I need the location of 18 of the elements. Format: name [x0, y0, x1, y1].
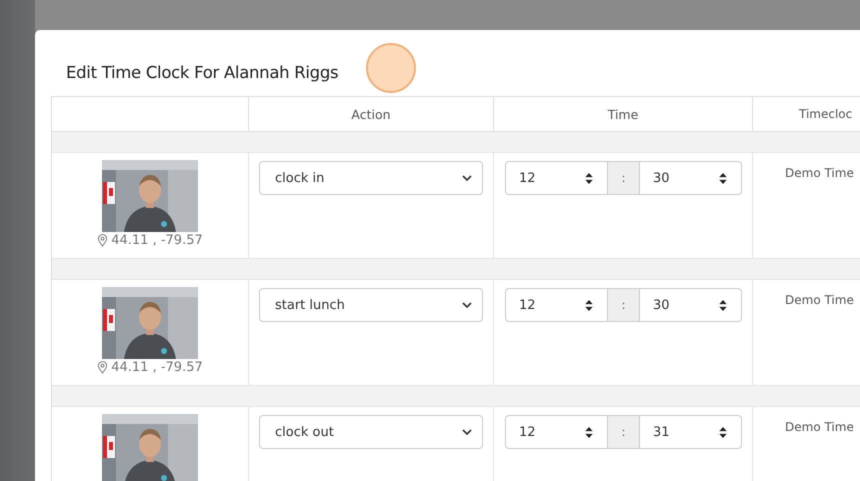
dialog-title: Edit Time Clock For Alannah Riggs	[66, 62, 338, 84]
map-pin-icon	[97, 361, 108, 374]
chevron-down-icon	[462, 302, 472, 308]
coordinates-text: 44.11 , -79.57	[111, 233, 203, 248]
chevron-down-icon	[462, 429, 472, 435]
coordinates-text: 44.11 , -79.57	[111, 360, 203, 375]
action-select[interactable]: clock in	[259, 161, 483, 195]
timeclock-name: Demo Time	[785, 293, 854, 307]
action-select[interactable]: start lunch	[259, 288, 483, 322]
timeclock-name: Demo Time	[785, 166, 854, 180]
column-header: Timecloc	[799, 107, 852, 121]
action-select[interactable]: clock out	[259, 415, 483, 449]
click-marker	[366, 43, 416, 93]
map-pin-icon	[97, 234, 108, 247]
column-header: Time	[608, 106, 638, 122]
column-header: Action	[351, 106, 391, 122]
chevron-down-icon	[462, 175, 472, 181]
timeclock-name: Demo Time	[785, 420, 854, 434]
